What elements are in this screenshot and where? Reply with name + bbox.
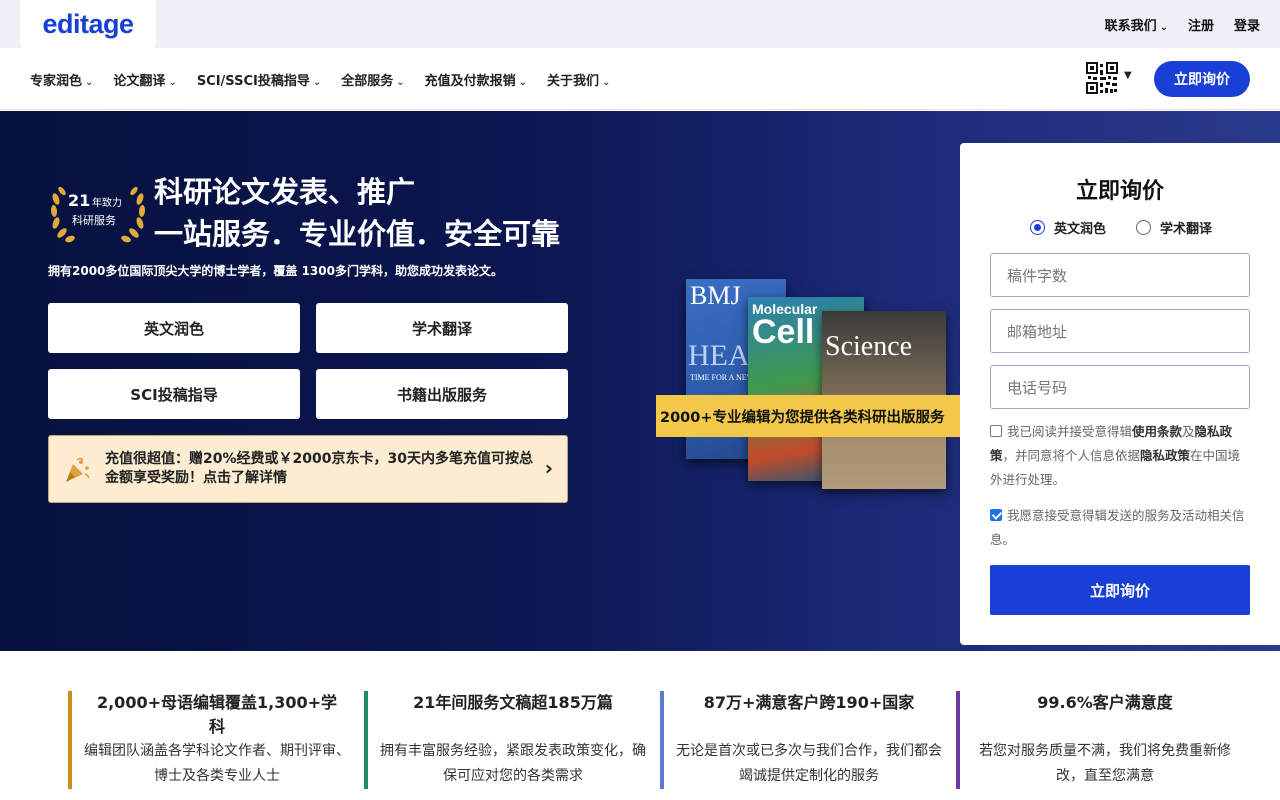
nav-item-about[interactable]: 关于我们 ⌄ xyxy=(547,70,610,89)
chevron-down-icon: ⌄ xyxy=(396,76,405,88)
service-button-polishing[interactable]: 英文润色 xyxy=(48,303,300,353)
radio-label-polishing: 英文润色 xyxy=(1054,222,1107,237)
badge-number: 21 xyxy=(68,191,91,210)
badge-line1: 年致力 xyxy=(92,198,122,209)
register-link[interactable]: 注册 xyxy=(1188,15,1214,34)
consent-terms: 我已阅读并接受意得辑使用条款及隐私政策，并同意将个人信息依据隐私政策在中国境外进… xyxy=(990,420,1250,492)
login-link[interactable]: 登录 xyxy=(1234,15,1260,34)
bmj-tagline: TIME FOR A NEW xyxy=(690,373,755,382)
chevron-right-icon: › xyxy=(544,456,553,480)
nav-menu: 专家润色 ⌄ 论文翻译 ⌄ SCI/SSCI投稿指导 ⌄ 全部服务 ⌄ 充值及付款报销 ⌄… xyxy=(30,48,610,110)
stat-title: 21年间服务文稿超185万篇 xyxy=(413,693,613,712)
submit-quote-button[interactable]: 立即询价 xyxy=(990,565,1250,615)
nav-label: 论文翻译 xyxy=(113,73,166,89)
editors-ribbon: 2000+专业编辑为您提供各类科研出版服务 xyxy=(656,395,961,437)
logo-text: editage xyxy=(42,8,134,39)
top-bar: editage 联系我们 ⌄ 注册 登录 xyxy=(0,0,1280,48)
service-button-publishing[interactable]: 书籍出版服务 xyxy=(316,369,568,419)
chevron-down-icon: ⌄ xyxy=(1159,21,1168,33)
contact-label: 联系我们 xyxy=(1104,18,1157,34)
quote-form: 立即询价 英文润色 学术翻译 稿件字数 邮箱地址 电话号码 我已阅读并接受意得辑… xyxy=(960,143,1280,645)
stat-title: 99.6%客户满意度 xyxy=(1037,693,1173,712)
stat-desc: 编辑团队涵盖各学科论文作者、期刊评审、博士及各类专业人士 xyxy=(84,743,350,784)
word-count-input[interactable]: 稿件字数 xyxy=(990,253,1250,297)
stat-customers: 87万+满意客户跨190+国家 无论是首次或已多次与我们合作，我们都会竭诚提供定… xyxy=(660,691,950,789)
hero-subtitle: 拥有2000多位国际顶尖大学的博士学者，覆盖 1300多门学科，助您成功发表论文… xyxy=(48,264,503,278)
stat-desc: 拥有丰富服务经验，紧跟发表政策变化，确保可应对您的各类需求 xyxy=(380,743,646,784)
email-input[interactable]: 邮箱地址 xyxy=(990,309,1250,353)
chevron-down-icon: ⌄ xyxy=(518,76,528,88)
journal-covers-image: BMJ HEA TIME FOR A NEW Molecular Cell Sc… xyxy=(656,271,961,491)
contact-link[interactable]: 联系我们 ⌄ xyxy=(1105,15,1168,34)
party-popper-icon xyxy=(66,457,90,482)
promo-banner[interactable]: 充值很超值：赠20%经费或￥2000京东卡，30天内多笔充值可按总金额享受奖励！… xyxy=(48,435,568,503)
stat-desc: 无论是首次或已多次与我们合作，我们都会竭诚提供定制化的服务 xyxy=(676,743,942,784)
service-button-submission[interactable]: SCI投稿指导 xyxy=(48,369,300,419)
marketing-checkbox[interactable] xyxy=(990,509,1002,521)
marketing-text: 我愿意接受意得辑发送的服务及活动相关信息。 xyxy=(990,508,1245,547)
nav-item-all-services[interactable]: 全部服务 ⌄ xyxy=(341,70,404,89)
privacy-link[interactable]: 隐私政策 xyxy=(1140,448,1190,463)
nav-label: 充值及付款报销 xyxy=(424,73,516,89)
stat-manuscripts: 21年间服务文稿超185万篇 拥有丰富服务经验，紧跟发表政策变化，确保可应对您的… xyxy=(364,691,654,789)
years-badge: 21 年致力 科研服务 xyxy=(48,179,148,245)
consent-marketing: 我愿意接受意得辑发送的服务及活动相关信息。 xyxy=(990,504,1250,552)
caret-down-icon[interactable]: ▼ xyxy=(1124,70,1132,81)
nav-label: 关于我们 xyxy=(547,73,600,89)
nav-label: SCI/SSCI投稿指导 xyxy=(196,73,310,89)
service-type-radios: 英文润色 学术翻译 xyxy=(1030,218,1212,237)
consent-text: 我已阅读并接受意得辑 xyxy=(1007,424,1133,439)
stat-editors: 2,000+母语编辑覆盖1,300+学科 编辑团队涵盖各学科论文作者、期刊评审、… xyxy=(68,691,358,789)
form-title: 立即询价 xyxy=(1075,179,1164,204)
radio-polishing[interactable] xyxy=(1030,220,1045,235)
terms-link[interactable]: 使用条款 xyxy=(1132,424,1182,439)
word-count-placeholder: 稿件字数 xyxy=(1007,266,1068,285)
hero-title-line2: 一站服务．专业价值．安全可靠 xyxy=(154,217,561,251)
radio-translation[interactable] xyxy=(1136,220,1152,235)
nav-quote-button[interactable]: 立即询价 xyxy=(1154,61,1250,97)
bmj-title: BMJ xyxy=(690,281,741,310)
email-placeholder: 邮箱地址 xyxy=(1007,322,1068,341)
nav-label: 专家润色 xyxy=(30,73,83,89)
nav-item-translation[interactable]: 论文翻译 ⌄ xyxy=(113,70,176,89)
consent-text: ，并同意将个人信息依据 xyxy=(1002,448,1141,463)
stat-title: 2,000+母语编辑覆盖1,300+学科 xyxy=(96,693,338,736)
chevron-down-icon: ⌄ xyxy=(168,76,177,88)
phone-input[interactable]: 电话号码 xyxy=(990,365,1250,409)
logo[interactable]: editage xyxy=(20,0,156,48)
stats-section: 2,000+母语编辑覆盖1,300+学科 编辑团队涵盖各学科论文作者、期刊评审、… xyxy=(0,651,1280,800)
chevron-down-icon: ⌄ xyxy=(85,76,94,88)
nav-item-payment[interactable]: 充值及付款报销 ⌄ xyxy=(425,70,527,89)
hero-title: 科研论文发表、推广 一站服务．专业价值．安全可靠 xyxy=(154,171,560,255)
science-title: Science xyxy=(825,331,913,362)
nav-item-polishing[interactable]: 专家润色 ⌄ xyxy=(30,70,93,89)
stat-desc: 若您对服务质量不满，我们将免费重新修改，直至您满意 xyxy=(979,743,1231,784)
service-button-translation[interactable]: 学术翻译 xyxy=(316,303,568,353)
qr-code-icon[interactable] xyxy=(1086,62,1118,94)
stat-title: 87万+满意客户跨190+国家 xyxy=(703,693,915,712)
top-links: 联系我们 ⌄ 注册 登录 xyxy=(1105,0,1260,48)
badge-line2: 科研服务 xyxy=(72,214,116,227)
terms-checkbox[interactable] xyxy=(990,425,1002,437)
bmj-headline: HEA xyxy=(688,339,750,372)
nav-label: 全部服务 xyxy=(341,73,394,89)
chevron-down-icon: ⌄ xyxy=(312,76,322,88)
radio-label-translation: 学术翻译 xyxy=(1160,222,1213,237)
consent-text: 及 xyxy=(1182,424,1195,439)
hero-title-line1: 科研论文发表、推广 xyxy=(154,175,416,209)
cell-title: Cell xyxy=(752,313,815,351)
phone-placeholder: 电话号码 xyxy=(1007,378,1068,397)
stat-satisfaction: 99.6%客户满意度 若您对服务质量不满，我们将免费重新修改，直至您满意 xyxy=(956,691,1246,789)
promo-text: 充值很超值：赠20%经费或￥2000京东卡，30天内多笔充值可按总金额享受奖励！… xyxy=(105,451,533,486)
nav-item-submission[interactable]: SCI/SSCI投稿指导 ⌄ xyxy=(197,70,321,89)
chevron-down-icon: ⌄ xyxy=(602,76,611,88)
